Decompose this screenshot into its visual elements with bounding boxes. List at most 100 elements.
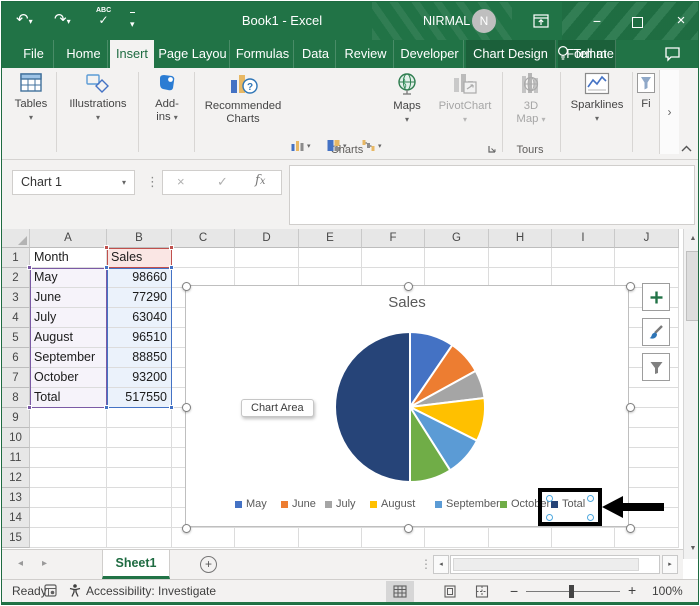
illustrations-button[interactable]: Illustrations ▾	[60, 72, 136, 124]
cell-C1[interactable]	[172, 248, 235, 268]
vertical-scrollbar-thumb[interactable]	[686, 251, 698, 321]
row-header-13[interactable]: 13	[2, 488, 30, 508]
cell-C15[interactable]	[172, 528, 235, 548]
cell-A3[interactable]: June	[30, 288, 107, 308]
cell-A8[interactable]: Total	[30, 388, 107, 408]
normal-view-icon[interactable]	[386, 581, 414, 602]
treemap-button[interactable]: ▾	[326, 138, 347, 153]
cell-B7[interactable]: 93200	[107, 368, 172, 388]
select-all-corner[interactable]	[2, 229, 30, 248]
cell-B13[interactable]	[107, 488, 172, 508]
collapse-ribbon-icon[interactable]	[680, 140, 693, 158]
column-header-B[interactable]: B	[107, 229, 172, 248]
pie-slice-total[interactable]	[334, 330, 411, 484]
cell-A10[interactable]	[30, 428, 107, 448]
column-header-H[interactable]: H	[489, 229, 552, 248]
sparklines-button[interactable]: Sparklines ▾	[564, 72, 630, 125]
legend-item-september[interactable]: September	[435, 496, 500, 512]
tab-review[interactable]: Review	[338, 40, 394, 68]
chart-resize-handle[interactable]	[625, 523, 635, 533]
cell-D15[interactable]	[235, 528, 299, 548]
chart-resize-handle[interactable]	[403, 281, 413, 291]
column-chart-button[interactable]: ▾	[290, 138, 311, 153]
cell-G1[interactable]	[425, 248, 489, 268]
column-header-I[interactable]: I	[552, 229, 615, 248]
pie-chart-object[interactable]: Sales Chart Area May June July August Septembe…	[181, 281, 664, 533]
cell-B9[interactable]	[107, 408, 172, 428]
column-header-G[interactable]: G	[425, 229, 489, 248]
charts-dialog-launcher-icon[interactable]	[487, 144, 497, 157]
maximize-button[interactable]	[620, 2, 654, 40]
vertical-scrollbar[interactable]: ▲ ▼	[683, 229, 698, 559]
cell-A2[interactable]: May	[30, 268, 107, 288]
row-header-5[interactable]: 5	[2, 328, 30, 348]
sheet-tab-active[interactable]: Sheet1	[102, 550, 170, 579]
row-header-10[interactable]: 10	[2, 428, 30, 448]
row-header-7[interactable]: 7	[2, 368, 30, 388]
recommended-charts-button[interactable]: ? Recommended Charts	[198, 72, 288, 126]
tab-insert[interactable]: Insert	[110, 40, 154, 68]
cell-A12[interactable]	[30, 468, 107, 488]
cell-A7[interactable]: October	[30, 368, 107, 388]
name-box-dropdown-caret[interactable]: ▾	[122, 171, 126, 194]
cell-A15[interactable]	[30, 528, 107, 548]
cell-B8[interactable]: 517550	[107, 388, 172, 408]
tab-developer[interactable]: Developer	[396, 40, 464, 68]
zoom-slider-handle[interactable]	[569, 585, 574, 598]
cell-A9[interactable]	[30, 408, 107, 428]
cell-J1[interactable]	[615, 248, 679, 268]
cell-B11[interactable]	[107, 448, 172, 468]
waterfall-button[interactable]: ▾	[361, 138, 382, 153]
formula-input[interactable]	[289, 165, 695, 225]
column-header-C[interactable]: C	[172, 229, 235, 248]
cell-I1[interactable]	[552, 248, 615, 268]
macro-record-icon[interactable]	[44, 584, 57, 600]
chart-filters-funnel-button[interactable]	[642, 353, 670, 381]
row-header-14[interactable]: 14	[2, 508, 30, 528]
row-header-6[interactable]: 6	[2, 348, 30, 368]
cell-D1[interactable]	[235, 248, 299, 268]
column-header-E[interactable]: E	[299, 229, 362, 248]
cell-J15[interactable]	[615, 528, 679, 548]
cell-B3[interactable]: 77290	[107, 288, 172, 308]
row-header-12[interactable]: 12	[2, 468, 30, 488]
comments-icon[interactable]	[664, 40, 681, 68]
cell-A13[interactable]	[30, 488, 107, 508]
cell-F1[interactable]	[362, 248, 425, 268]
enter-icon[interactable]: ✓	[217, 174, 228, 190]
cell-B2[interactable]: 98660	[107, 268, 172, 288]
column-header-F[interactable]: F	[362, 229, 425, 248]
tab-formulas[interactable]: Formulas	[232, 40, 294, 68]
cell-A1[interactable]: Month	[30, 248, 107, 268]
row-header-15[interactable]: 15	[2, 528, 30, 548]
cell-G15[interactable]	[425, 528, 489, 548]
cell-B15[interactable]	[107, 528, 172, 548]
tell-me-control[interactable]: Tell me	[556, 40, 614, 68]
chart-resize-handle[interactable]	[181, 402, 191, 412]
tab-file[interactable]: File	[14, 40, 54, 68]
sheet-nav-left-icon[interactable]: ◂	[18, 558, 23, 569]
chart-styles-brush-button[interactable]	[642, 318, 670, 346]
avatar[interactable]: N	[472, 9, 496, 33]
add-ins-button[interactable]: Add- ins ▾	[142, 72, 192, 124]
tab-page-layou[interactable]: Page Layou	[156, 40, 230, 68]
horizontal-scrollbar-thumb[interactable]	[453, 558, 639, 571]
cell-F15[interactable]	[362, 528, 425, 548]
row-header-9[interactable]: 9	[2, 408, 30, 428]
horizontal-scrollbar[interactable]	[450, 555, 660, 574]
sheet-nav-right-icon[interactable]: ▸	[42, 558, 47, 569]
chart-resize-handle[interactable]	[181, 523, 191, 533]
chart-title[interactable]: Sales	[186, 294, 628, 311]
cell-B1[interactable]: Sales	[107, 248, 172, 268]
row-header-1[interactable]: 1	[2, 248, 30, 268]
close-button[interactable]: ×	[664, 2, 698, 40]
cell-B5[interactable]: 96510	[107, 328, 172, 348]
column-header-J[interactable]: J	[615, 229, 679, 248]
formula-bar-drag-dots-icon[interactable]: ⋮	[146, 174, 159, 190]
tables-button[interactable]: Tables ▾	[8, 72, 54, 124]
tab-home[interactable]: Home	[60, 40, 108, 68]
page-break-view-icon[interactable]	[468, 581, 496, 602]
chart-resize-handle[interactable]	[403, 523, 413, 533]
scroll-right-icon[interactable]: ▸	[662, 555, 678, 574]
tab-chart-design[interactable]: Chart Design	[466, 40, 556, 68]
